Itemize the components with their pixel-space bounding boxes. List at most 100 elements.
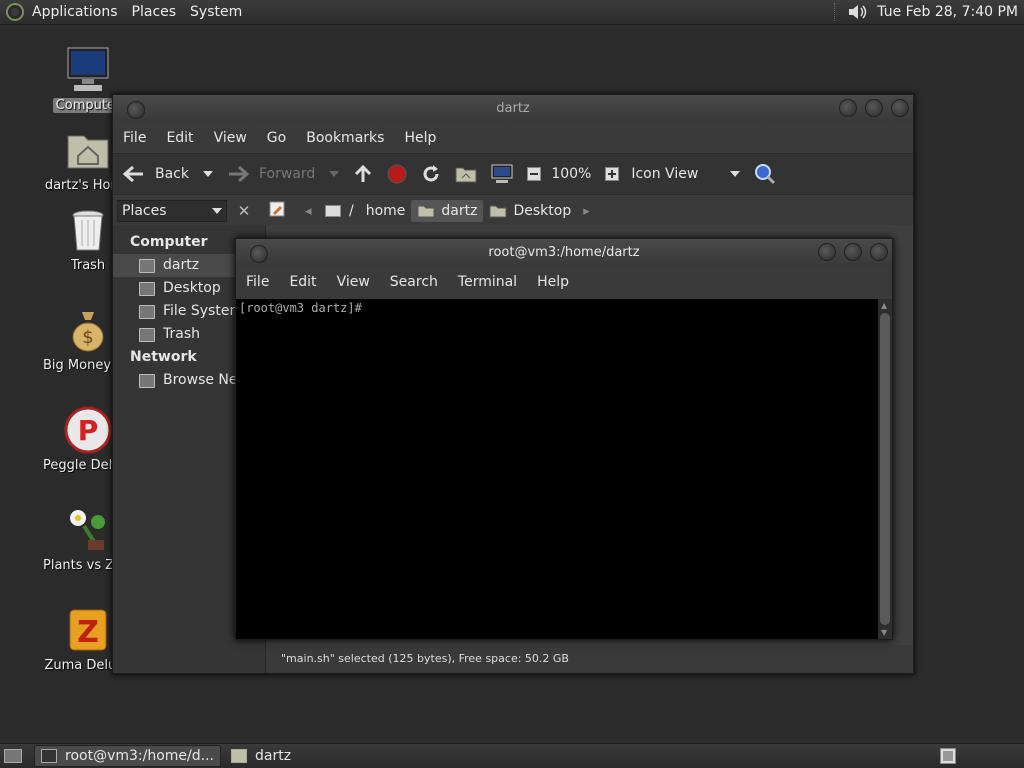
stop-icon (387, 164, 407, 184)
minimize-button[interactable] (839, 99, 857, 117)
menu-view[interactable]: View (214, 130, 247, 146)
terminal-menu-edit[interactable]: Edit (289, 274, 316, 290)
reload-button[interactable] (421, 164, 441, 184)
volume-icon[interactable] (847, 3, 869, 21)
crumb-scroll-left[interactable]: ◂ (305, 204, 319, 219)
top-panel: Applications Places System Tue Feb 28, 7… (0, 0, 1024, 25)
folder-icon (230, 749, 247, 763)
bottom-panel: root@vm3:/home/d... dartz (0, 743, 1024, 768)
terminal-title: root@vm3:/home/dartz (488, 245, 640, 260)
search-button[interactable] (754, 163, 776, 185)
computer-button[interactable] (491, 164, 513, 184)
task-terminal[interactable]: root@vm3:/home/d... (34, 745, 221, 767)
location-bar: Places ✕ ◂ / home dartz Desktop ▸ (113, 195, 913, 227)
terminal-menu-view[interactable]: View (337, 274, 370, 290)
menu-help[interactable]: Help (404, 130, 436, 146)
show-desktop-button[interactable] (4, 749, 22, 763)
drive-icon (139, 304, 155, 319)
scroll-up-icon[interactable]: ▲ (881, 301, 887, 310)
places-menu[interactable]: Places (132, 4, 177, 20)
show-desktop-icon (4, 749, 22, 763)
terminal-menubar: File Edit View Search Terminal Help (236, 267, 892, 297)
money-bag-icon: $ (72, 312, 104, 352)
panel-separator (834, 3, 839, 21)
up-button[interactable] (353, 164, 373, 184)
crumb-scroll-right[interactable]: ▸ (583, 204, 597, 219)
forward-arrow-icon (229, 165, 249, 183)
trash-icon (72, 210, 104, 251)
up-arrow-icon (355, 164, 372, 182)
terminal-prompt: [root@vm3 dartz]# (239, 301, 362, 315)
terminal-scrollbar[interactable]: ▲ ▼ (878, 299, 892, 639)
forward-button[interactable]: Forward (227, 165, 315, 183)
crumb-desktop[interactable]: Desktop (483, 200, 577, 222)
terminal-menu-terminal[interactable]: Terminal (458, 274, 517, 290)
forward-history-dropdown[interactable] (329, 171, 340, 177)
terminal-menu-file[interactable]: File (246, 274, 269, 290)
file-manager-titlebar[interactable]: dartz (113, 95, 913, 123)
terminal-menu-search[interactable]: Search (390, 274, 438, 290)
edit-location-button[interactable] (269, 201, 291, 221)
task-file-manager[interactable]: dartz (225, 746, 297, 766)
terminal-menu-help[interactable]: Help (537, 274, 569, 290)
menu-edit[interactable]: Edit (166, 130, 193, 146)
peggle-icon: P (64, 406, 112, 454)
applications-menu[interactable]: Applications (32, 4, 118, 20)
crumb-home[interactable]: home (360, 200, 412, 222)
terminal-icon (41, 749, 57, 763)
stop-button[interactable] (387, 164, 407, 184)
zuma-icon: Z (69, 609, 107, 651)
menu-file[interactable]: File (123, 130, 146, 146)
system-menu[interactable]: System (190, 4, 242, 20)
crumb-root[interactable]: / (319, 200, 360, 222)
network-icon (139, 373, 155, 388)
view-mode-label: Icon View (631, 166, 699, 182)
chevron-down-icon (329, 171, 340, 177)
terminal-titlebar[interactable]: root@vm3:/home/dartz (236, 239, 892, 267)
trash-icon (139, 327, 155, 342)
view-mode-dropdown[interactable] (730, 171, 741, 177)
terminal-screen[interactable]: [root@vm3 dartz]# (236, 299, 878, 639)
search-icon (755, 164, 776, 185)
file-manager-menubar: File Edit View Go Bookmarks Help (113, 123, 913, 153)
menu-go[interactable]: Go (267, 130, 286, 146)
home-button[interactable] (455, 165, 477, 183)
terminal-scroll-thumb[interactable] (880, 313, 890, 625)
scroll-down-icon[interactable]: ▼ (881, 628, 887, 637)
reload-icon (423, 165, 439, 182)
home-folder-icon (455, 167, 477, 183)
close-button[interactable] (891, 99, 909, 117)
terminal-window: root@vm3:/home/dartz File Edit View Sear… (235, 238, 893, 640)
svg-text:Z: Z (77, 615, 99, 650)
back-arrow-icon (123, 165, 143, 183)
svg-text:$: $ (82, 327, 93, 348)
zoom-in-button[interactable]: Icon View (605, 166, 698, 182)
computer-icon (67, 47, 109, 91)
chevron-down-icon (203, 171, 213, 177)
drive-icon (325, 205, 341, 217)
zoom-out-button[interactable]: 100% (527, 166, 591, 182)
terminal-maximize-button[interactable] (844, 243, 862, 261)
terminal-close-button[interactable] (870, 243, 888, 261)
clock[interactable]: Tue Feb 28, 7:40 PM (877, 4, 1018, 20)
back-history-dropdown[interactable] (203, 171, 213, 177)
zoom-in-icon (605, 167, 620, 181)
workspace-switcher[interactable] (940, 748, 956, 764)
plants-icon (70, 510, 105, 550)
zoom-level: 100% (551, 166, 592, 182)
computer-icon (491, 164, 513, 183)
terminal-minimize-button[interactable] (818, 243, 836, 261)
gnome-foot-icon[interactable] (6, 3, 24, 21)
back-button[interactable]: Back (123, 165, 189, 183)
pencil-icon (269, 201, 285, 217)
home-folder-icon (67, 135, 109, 169)
zoom-out-icon (527, 167, 542, 181)
menu-bookmarks[interactable]: Bookmarks (306, 130, 384, 146)
svg-text:P: P (78, 414, 99, 447)
crumb-dartz[interactable]: dartz (411, 200, 484, 222)
maximize-button[interactable] (865, 99, 883, 117)
workspace-icon (940, 748, 956, 764)
close-sidebar-icon[interactable]: ✕ (233, 202, 255, 220)
sidebar-places-combo[interactable]: Places (117, 200, 227, 222)
chevron-down-icon (730, 171, 741, 177)
